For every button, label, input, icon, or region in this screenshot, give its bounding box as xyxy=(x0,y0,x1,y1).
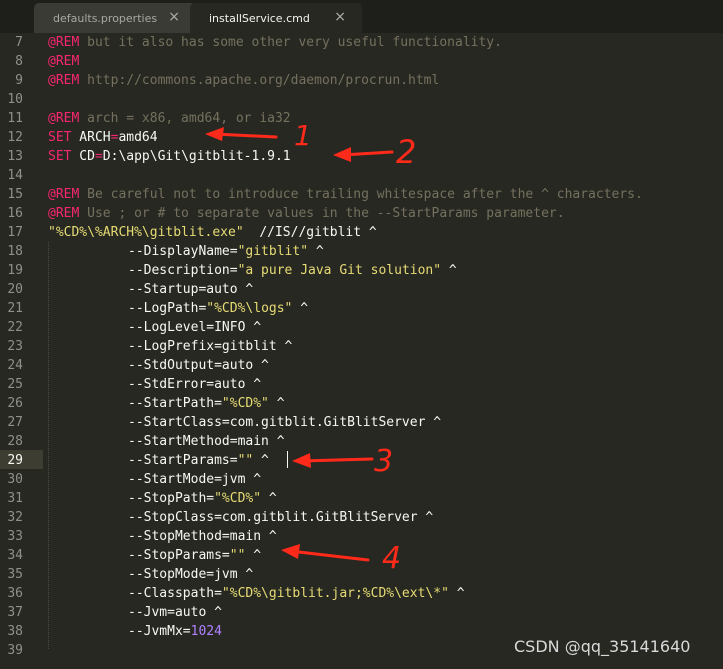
annotation-layer: 1 2 3 4 xyxy=(205,119,416,576)
annotation-number-1: 1 xyxy=(294,119,312,152)
arrow-annotation-3 xyxy=(292,453,374,468)
arrow-annotation-2 xyxy=(333,147,394,162)
annotation-number-2: 2 xyxy=(396,133,416,171)
watermark: CSDN @qq_35141640 xyxy=(514,637,691,656)
annotation-number-3: 3 xyxy=(374,444,393,479)
arrow-annotation-4 xyxy=(281,544,370,562)
arrow-annotation-1 xyxy=(205,127,278,141)
annotation-number-4: 4 xyxy=(382,541,401,576)
